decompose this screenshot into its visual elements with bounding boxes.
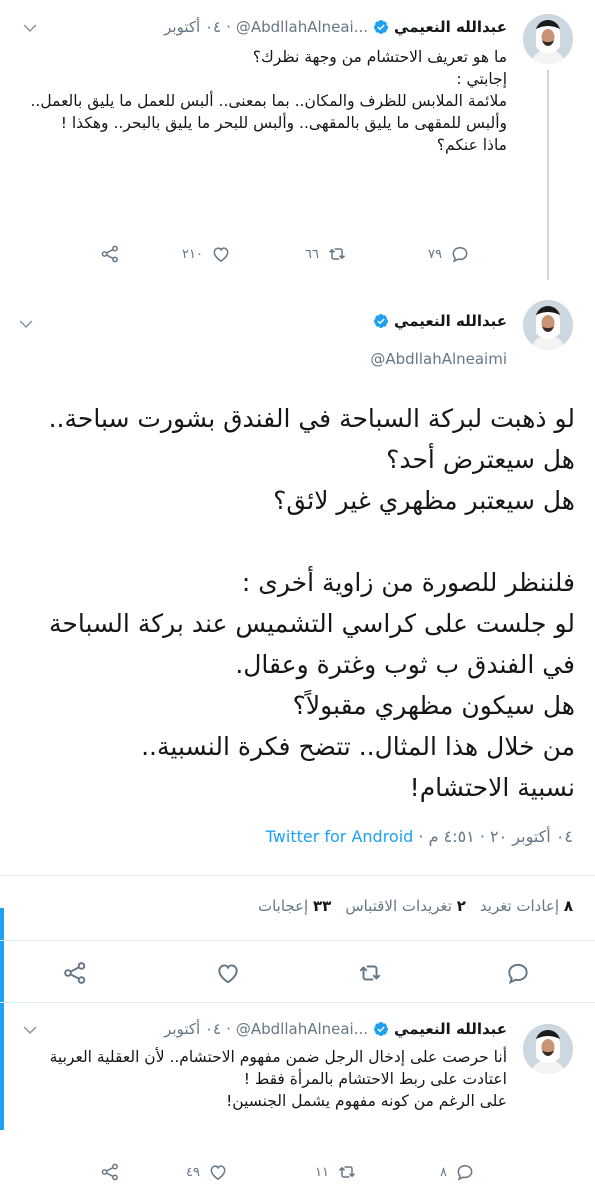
verified-badge-icon <box>373 19 389 35</box>
reply-button[interactable]: ٨ <box>440 1162 475 1182</box>
user-handle[interactable]: @AbdllahAlneai... <box>236 1020 368 1038</box>
action-bar <box>0 956 595 988</box>
retweet-count: ٦٦ <box>305 246 319 262</box>
retweets-stat-label: إعادات تغريد <box>479 897 560 915</box>
share-icon[interactable] <box>62 960 88 986</box>
user-handle[interactable]: @AbdllahAlneai... <box>236 18 368 36</box>
avatar[interactable] <box>523 14 573 64</box>
reply-icon <box>455 1162 475 1182</box>
likes-stat-count: ٣٣ <box>313 897 332 915</box>
share-button[interactable] <box>100 244 120 264</box>
quotes-stat-label: تغريدات الاقتباس <box>345 897 452 915</box>
tweet-date[interactable]: ٠٤ أكتوبر ٢٠ <box>490 827 573 846</box>
like-button[interactable]: ٢١٠ <box>182 244 231 264</box>
retweet-icon <box>337 1162 357 1182</box>
reply-count: ٨ <box>440 1164 447 1180</box>
accent-bar <box>0 908 4 1130</box>
share-icon <box>100 1162 120 1182</box>
heart-icon[interactable] <box>215 960 241 986</box>
reply-icon[interactable] <box>505 960 531 986</box>
display-name[interactable]: عبدالله النعيمي <box>394 18 507 36</box>
share-icon <box>100 244 120 264</box>
display-name[interactable]: عبدالله النعيمي <box>394 312 507 330</box>
tweet-meta: Twitter for Android · ٠٤ أكتوبر ٢٠ · ٤:٥… <box>265 827 573 846</box>
dot-separator: · <box>226 1020 231 1038</box>
display-name[interactable]: عبدالله النعيمي <box>394 1020 507 1038</box>
tweet-header: عبدالله النعيمي @AbdllahAlneai... · ٠٤ أ… <box>164 18 507 36</box>
like-button[interactable]: ٤٩ <box>186 1162 228 1182</box>
retweets-stat[interactable]: ٨ إعادات تغريد <box>480 897 573 915</box>
user-handle[interactable]: @AbdllahAlneaimi <box>370 350 507 368</box>
likes-stat[interactable]: ٣٣ إعجابات <box>258 897 331 915</box>
avatar[interactable] <box>523 300 573 350</box>
quotes-stat[interactable]: ٢ تغريدات الاقتباس <box>345 897 466 915</box>
tweet-text: أنا حرصت على إدخال الرجل ضمن مفهوم الاحت… <box>49 1048 507 1110</box>
divider <box>0 1002 595 1003</box>
tweet-time[interactable]: ٤:٥١ م <box>429 827 475 846</box>
chevron-down-icon[interactable] <box>20 18 40 38</box>
verified-badge-icon <box>373 313 389 329</box>
share-button[interactable] <box>100 1162 120 1182</box>
chevron-down-icon[interactable] <box>20 1020 40 1040</box>
heart-icon <box>211 244 231 264</box>
like-count: ٢١٠ <box>182 246 203 262</box>
tweet-text: ما هو تعريف الاحتشام من وجهة نظرك؟ إجابت… <box>30 48 507 154</box>
avatar[interactable] <box>523 1024 573 1074</box>
retweet-icon <box>327 244 347 264</box>
divider <box>0 940 595 941</box>
retweets-stat-count: ٨ <box>563 897 573 915</box>
like-count: ٤٩ <box>186 1164 200 1180</box>
author-name-row: عبدالله النعيمي <box>373 312 507 330</box>
tweet-date[interactable]: ٠٤ أكتوبر <box>164 1020 221 1038</box>
engagement-stats: ٨ إعادات تغريد ٢ تغريدات الاقتباس ٣٣ إعج… <box>258 897 573 915</box>
action-bar: ٢١٠ ٦٦ ٧٩ <box>0 240 595 270</box>
tweet-header: عبدالله النعيمي @AbdllahAlneai... · ٠٤ أ… <box>164 1020 507 1038</box>
likes-stat-label: إعجابات <box>257 897 309 915</box>
verified-badge-icon <box>373 1021 389 1037</box>
tweet-source-link[interactable]: Twitter for Android <box>266 827 414 846</box>
reply-count: ٧٩ <box>428 246 442 262</box>
retweet-count: ١١ <box>315 1164 329 1180</box>
chevron-down-icon[interactable] <box>16 314 36 334</box>
quotes-stat-count: ٢ <box>456 897 466 915</box>
tweet-date[interactable]: ٠٤ أكتوبر <box>164 18 221 36</box>
retweet-button[interactable]: ٦٦ <box>305 244 347 264</box>
reply-icon <box>450 244 470 264</box>
retweet-icon[interactable] <box>357 960 383 986</box>
tweet-text: لو ذهبت لبركة السباحة في الفندق بشورت سب… <box>48 404 575 802</box>
reply-button[interactable]: ٧٩ <box>428 244 470 264</box>
retweet-button[interactable]: ١١ <box>315 1162 357 1182</box>
dot-separator: · <box>226 18 231 36</box>
divider <box>0 875 595 876</box>
action-bar: ٤٩ ١١ ٨ <box>0 1158 595 1188</box>
heart-icon <box>208 1162 228 1182</box>
